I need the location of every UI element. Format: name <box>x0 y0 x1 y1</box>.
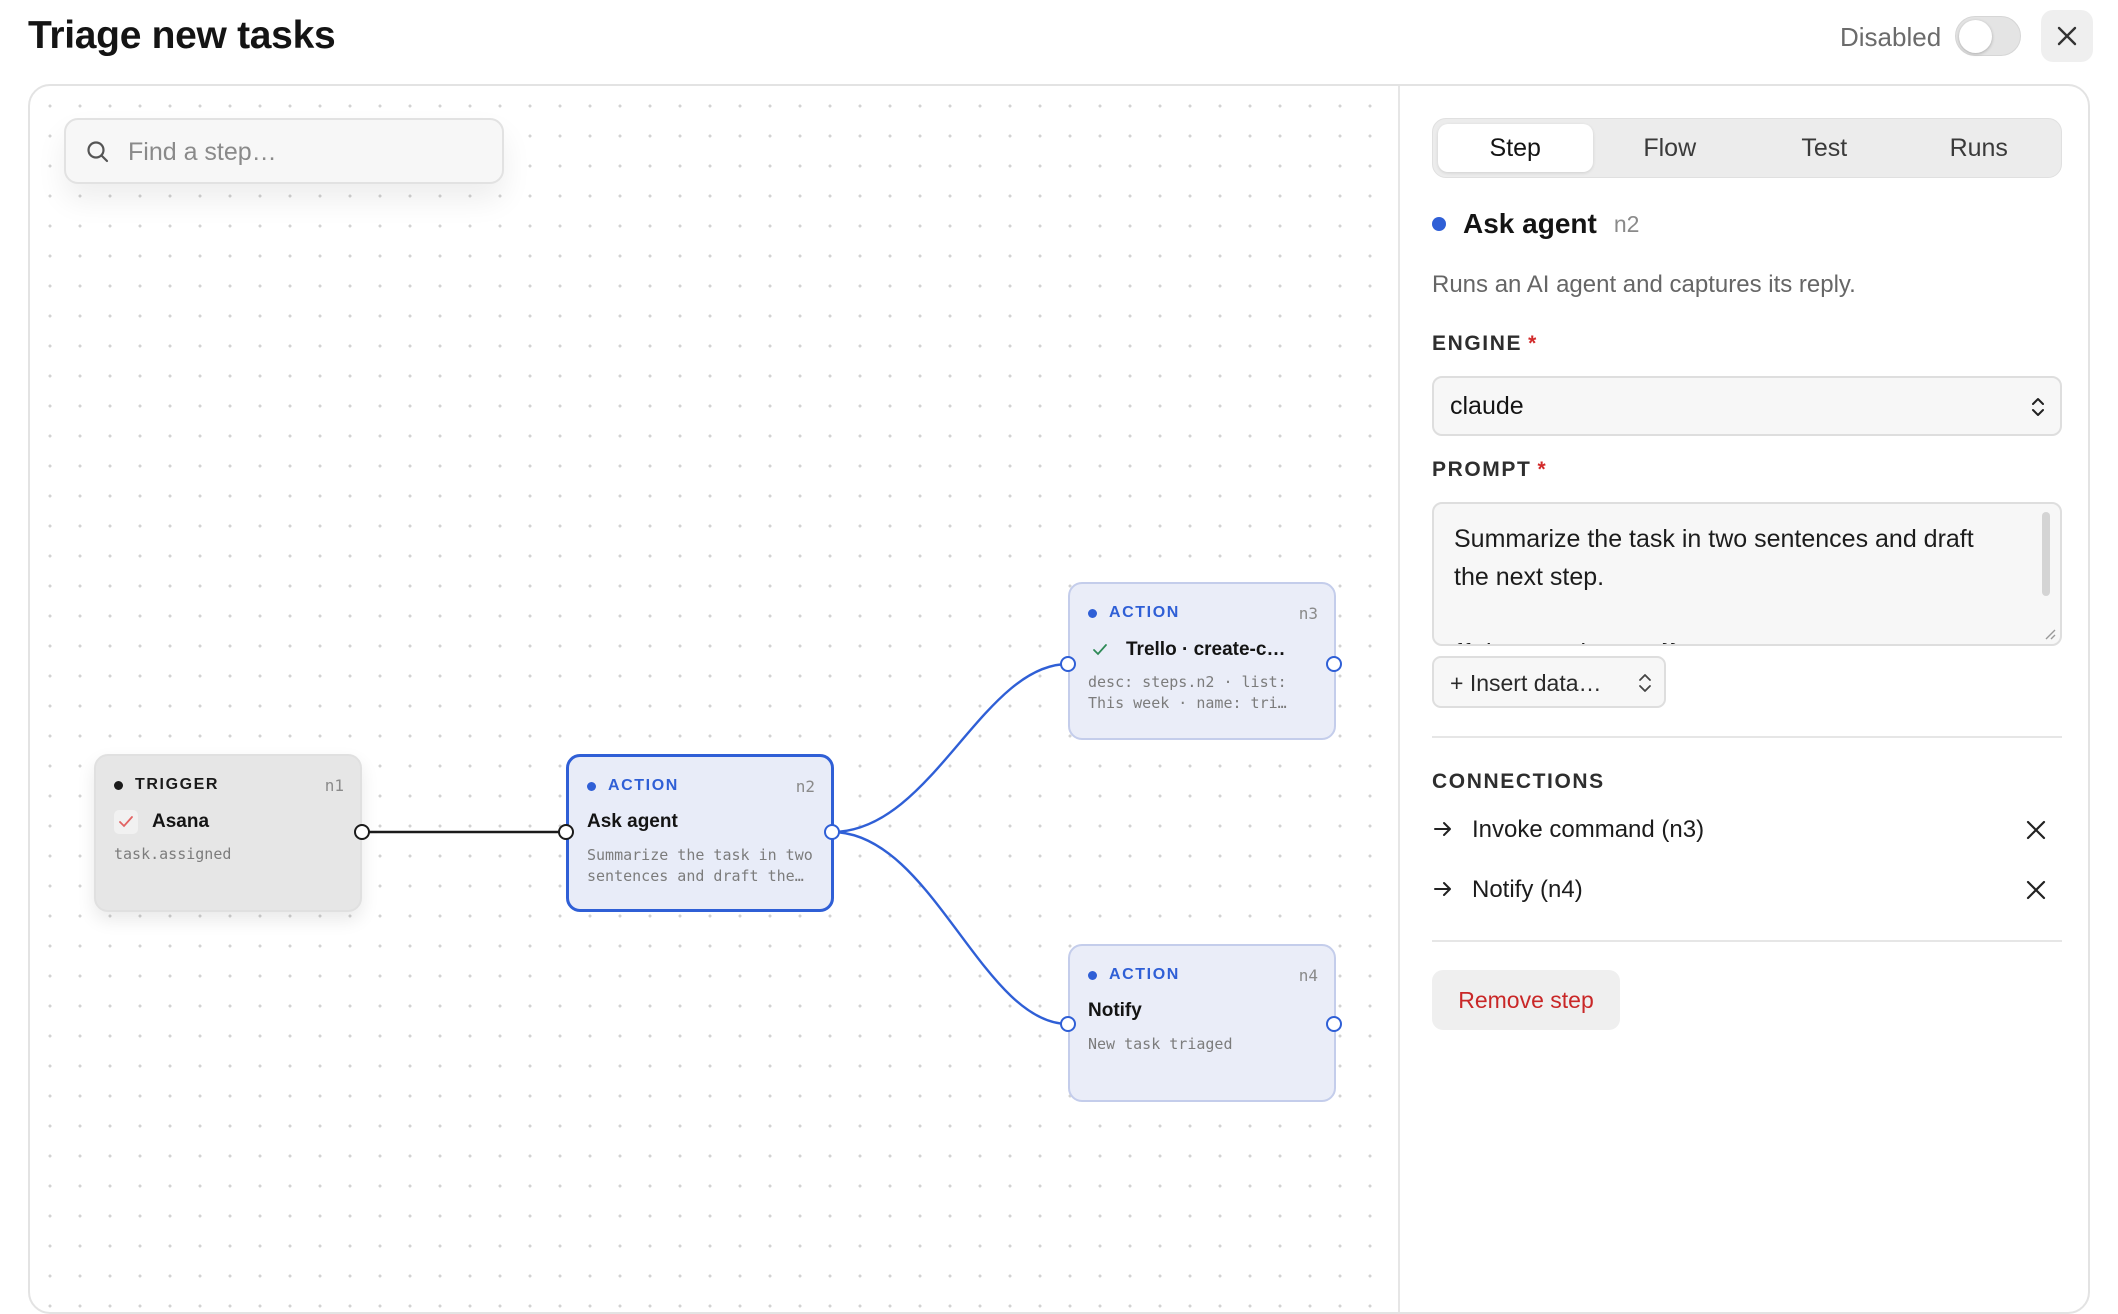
action-dot <box>587 781 596 791</box>
insert-data-select[interactable]: + Insert data… <box>1432 656 1666 708</box>
node-desc: New task triaged <box>1088 1035 1233 1053</box>
remove-connection-icon[interactable] <box>2024 818 2048 842</box>
search-icon <box>87 141 109 163</box>
node-id: n1 <box>324 776 344 795</box>
connection-label: Notify (n4) <box>1472 876 1583 903</box>
arrow-right-icon <box>1434 822 1451 836</box>
tab-flow[interactable]: Flow <box>1593 124 1748 172</box>
node-desc: desc: steps.n2 · list: This week · name:… <box>1088 673 1287 712</box>
port-n2-in[interactable] <box>558 824 574 840</box>
connection-label: Invoke command (n3) <box>1472 816 1705 843</box>
page-title: Triage new tasks <box>28 14 336 57</box>
node-name: Trello · create-c… <box>1088 638 1285 662</box>
node-name: Ask agent <box>587 811 678 832</box>
step-search[interactable]: Find a step… <box>64 118 504 184</box>
node-id: n3 <box>1298 604 1318 623</box>
step-id: n2 <box>1613 210 1640 237</box>
step-panel: Step Flow Test Runs Ask agent n2 Runs an… <box>1432 118 2062 1030</box>
port-n4-in[interactable] <box>1060 1016 1076 1032</box>
node-kind: ACTION <box>1088 604 1180 622</box>
step-status-dot <box>1432 217 1446 231</box>
port-n2-out[interactable] <box>824 824 840 840</box>
port-n3-out[interactable] <box>1326 656 1342 672</box>
flow-canvas[interactable]: Find a step… TRIGGER n1 Asana task.assig… <box>30 86 1398 1312</box>
search-input[interactable]: Find a step… <box>128 138 277 167</box>
editor-frame: Find a step… TRIGGER n1 Asana task.assig… <box>28 84 2090 1314</box>
engine-value: claude <box>1450 392 1524 420</box>
node-id: n2 <box>795 777 815 796</box>
panel-tabs: Step Flow Test Runs <box>1432 118 2062 178</box>
connection-item[interactable]: Notify (n4) <box>1432 872 2062 912</box>
step-description: Runs an AI agent and captures its reply. <box>1432 271 1856 298</box>
node-desc: Summarize the task in two sentences and … <box>587 846 813 885</box>
engine-label: ENGINE * <box>1432 332 1538 355</box>
node-name: Asana <box>114 810 209 834</box>
arrow-right-icon <box>1434 882 1451 896</box>
section-divider <box>1432 736 2062 738</box>
tab-step[interactable]: Step <box>1438 124 1593 172</box>
node-desc: task.assigned <box>114 845 232 863</box>
node-n2[interactable]: ACTION n2 Ask agent Summarize the task i… <box>566 754 834 912</box>
node-kind: ACTION <box>587 777 679 795</box>
port-n4-out[interactable] <box>1326 1016 1342 1032</box>
top-bar: Triage new tasks Disabled <box>0 0 2118 84</box>
node-kind: ACTION <box>1088 966 1180 984</box>
prompt-label: PROMPT * <box>1432 458 1548 481</box>
asana-check-icon <box>114 810 138 834</box>
textarea-scrollbar[interactable] <box>2042 512 2050 596</box>
node-kind: TRIGGER <box>114 776 219 794</box>
action-dot <box>1088 970 1097 980</box>
updown-chevron-icon <box>1639 674 1651 692</box>
close-button[interactable] <box>2041 10 2093 62</box>
step-header: Ask agent n2 <box>1432 208 1639 240</box>
step-name: Ask agent <box>1463 208 1597 239</box>
toggle-knob <box>1959 20 1992 53</box>
node-n4[interactable]: ACTION n4 Notify New task triaged <box>1068 944 1336 1102</box>
trigger-dot <box>114 780 123 790</box>
port-n3-in[interactable] <box>1060 656 1076 672</box>
close-icon <box>2057 26 2077 46</box>
connection-item[interactable]: Invoke command (n3) <box>1432 812 2062 852</box>
panel-divider <box>1398 86 1400 1312</box>
engine-select[interactable]: claude <box>1432 376 2062 436</box>
port-n1-out[interactable] <box>354 824 370 840</box>
prompt-text: Summarize the task in two sentences and … <box>1454 525 1974 644</box>
enable-toggle[interactable] <box>1955 16 2021 56</box>
remove-step-button[interactable]: Remove step <box>1432 970 1620 1030</box>
node-id: n4 <box>1298 966 1318 985</box>
status-label: Disabled <box>1840 22 1942 52</box>
prompt-textarea[interactable]: Summarize the task in two sentences and … <box>1432 502 2062 646</box>
tab-test[interactable]: Test <box>1747 124 1902 172</box>
action-dot <box>1088 608 1097 618</box>
updown-chevron-icon <box>2032 398 2044 416</box>
edge-n2-n4 <box>831 830 1069 1026</box>
edge-n2-n3 <box>831 662 1069 834</box>
node-n3[interactable]: ACTION n3 Trello · create-c… desc: steps… <box>1068 582 1336 740</box>
node-n1[interactable]: TRIGGER n1 Asana task.assigned <box>94 754 362 912</box>
check-icon <box>1088 638 1112 662</box>
section-divider <box>1432 940 2062 942</box>
remove-connection-icon[interactable] <box>2024 878 2048 902</box>
node-name: Notify <box>1088 1000 1142 1021</box>
resize-grip-icon[interactable] <box>2042 626 2056 640</box>
connections-label: CONNECTIONS <box>1432 770 1605 793</box>
insert-data-label: + Insert data… <box>1450 670 1602 696</box>
tab-runs[interactable]: Runs <box>1902 124 2057 172</box>
